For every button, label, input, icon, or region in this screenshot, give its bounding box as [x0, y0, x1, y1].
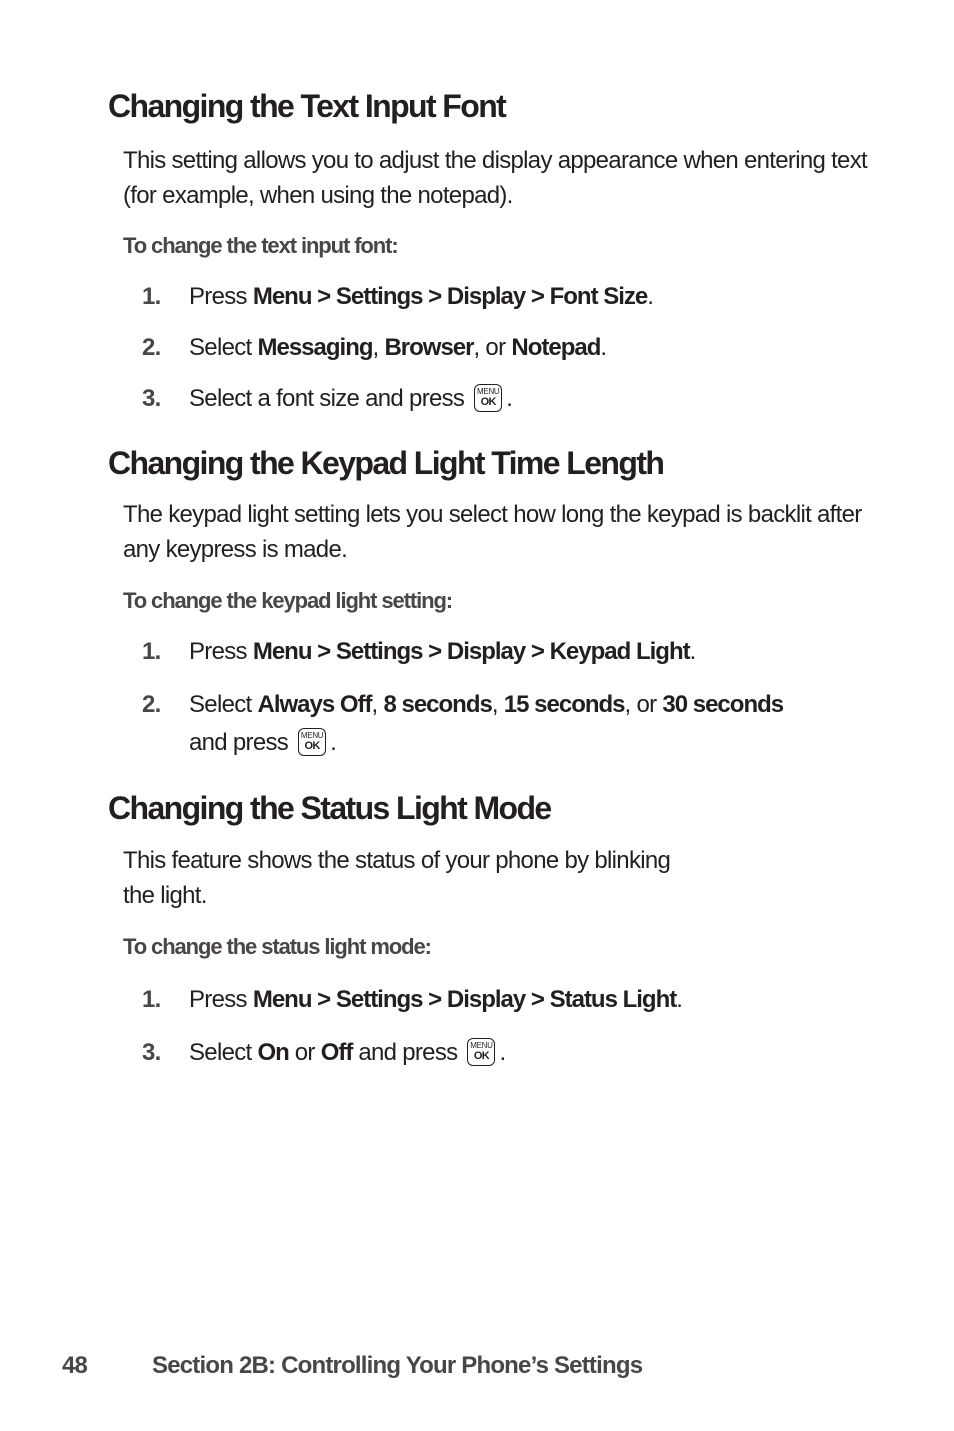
intro-line: This feature shows the status of your ph… — [123, 847, 671, 874]
step-text-plain: . — [506, 385, 513, 412]
step-number: 3. — [142, 1039, 161, 1066]
step-text-plain: . — [676, 986, 683, 1013]
key-top-label: MENU — [477, 387, 500, 396]
step-text: Select Messaging, Browser, or Notepad. — [189, 329, 862, 367]
option-name: Notepad — [511, 334, 601, 361]
step-item: 3. Select On or Off and press MENU OK. — [142, 1034, 862, 1072]
step-text-plain: , — [372, 334, 385, 361]
section-heading: Changing the Keypad Light Time Length — [108, 445, 665, 481]
step-text-plain: Select a font size and press — [189, 385, 465, 412]
step-item: 3. Select a font size and press MENU OK. — [142, 380, 862, 418]
step-text: Press Menu > Settings > Display > Keypad… — [189, 633, 862, 671]
step-text: Select a font size and press MENU OK. — [189, 380, 862, 418]
step-number: 1. — [142, 283, 161, 310]
step-text-plain: , or — [624, 691, 663, 718]
menu-ok-key-icon: MENU OK — [298, 728, 327, 756]
menu-ok-key-icon: MENU OK — [467, 1038, 496, 1066]
menu-path: Menu > Settings > Display > Keypad Light — [252, 638, 691, 665]
step-number: 1. — [142, 986, 161, 1013]
step-text-plain: . — [499, 1039, 506, 1066]
procedure-label: To change the text input font: — [123, 233, 399, 258]
manual-page: Changing the Text Input Font This settin… — [0, 0, 954, 1431]
procedure-label: To change the keypad light setting: — [123, 588, 453, 613]
option-name: Messaging — [257, 334, 373, 361]
footer-section-title: Section 2B: Controlling Your Phone’s Set… — [152, 1352, 643, 1379]
step-item: 1. Press Menu > Settings > Display > Fon… — [142, 278, 862, 316]
step-number: 3. — [142, 385, 161, 412]
step-text: Select Always Off, 8 seconds, 15 seconds… — [189, 686, 862, 762]
step-text-plain: . — [689, 638, 697, 665]
intro-line: the light. — [123, 882, 207, 909]
key-bottom-label: OK — [480, 396, 497, 408]
step-text: Select On or Off and press MENU OK. — [189, 1034, 862, 1072]
key-bottom-label: OK — [473, 1050, 490, 1062]
step-text-plain: or — [288, 1039, 321, 1066]
step-number: 1. — [142, 638, 161, 665]
step-item: 2. Select Always Off, 8 seconds, 15 seco… — [142, 686, 862, 762]
option-name: Always Off — [257, 691, 372, 718]
procedure-label: To change the status light mode: — [123, 934, 432, 959]
key-bottom-label: OK — [304, 740, 321, 752]
section-intro: This setting allows you to adjust the di… — [123, 147, 868, 209]
option-name: 8 seconds — [383, 691, 492, 718]
step-text-plain: . — [647, 283, 654, 310]
step-text-plain: Select — [189, 1039, 258, 1066]
key-top-label: MENU — [300, 731, 324, 740]
section-intro: The keypad light setting lets you select… — [123, 501, 862, 563]
step-text-plain: Select — [189, 691, 258, 718]
step-text-plain: Press — [189, 638, 253, 665]
step-number: 2. — [142, 691, 161, 718]
step-text-plain: and press — [189, 729, 289, 756]
option-name: Off — [320, 1039, 354, 1066]
section-heading: Changing the Status Light Mode — [108, 790, 552, 826]
step-text: Press Menu > Settings > Display > Status… — [189, 981, 862, 1019]
key-top-label: MENU — [470, 1041, 493, 1050]
section-heading: Changing the Text Input Font — [108, 88, 507, 124]
step-text-plain: , or — [473, 334, 512, 361]
option-name: On — [257, 1039, 289, 1066]
option-name: 15 seconds — [503, 691, 626, 718]
step-item: 1. Press Menu > Settings > Display > Key… — [142, 633, 862, 671]
section-intro: This feature shows the status of your ph… — [123, 843, 883, 913]
step-text-plain: , — [371, 691, 384, 718]
page-number: 48 — [62, 1352, 88, 1379]
step-item: 2. Select Messaging, Browser, or Notepad… — [142, 329, 862, 367]
menu-ok-key-icon: MENU OK — [474, 384, 503, 412]
menu-path: Menu > Settings > Display > Font Size — [252, 283, 648, 310]
option-name: 30 seconds — [662, 691, 784, 718]
step-text-plain: , — [491, 691, 504, 718]
step-item: 1. Press Menu > Settings > Display > Sta… — [142, 981, 862, 1019]
step-text-plain: Select — [189, 334, 258, 361]
step-text-plain: . — [330, 729, 337, 756]
option-name: Browser — [384, 334, 474, 361]
step-text-plain: and press — [352, 1039, 458, 1066]
step-text-plain: Press — [189, 986, 253, 1013]
step-text-plain: Press — [189, 283, 253, 310]
step-number: 2. — [142, 334, 161, 361]
step-text-plain: . — [600, 334, 607, 361]
step-text: Press Menu > Settings > Display > Font S… — [189, 278, 862, 316]
menu-path: Menu > Settings > Display > Status Light — [252, 986, 677, 1013]
